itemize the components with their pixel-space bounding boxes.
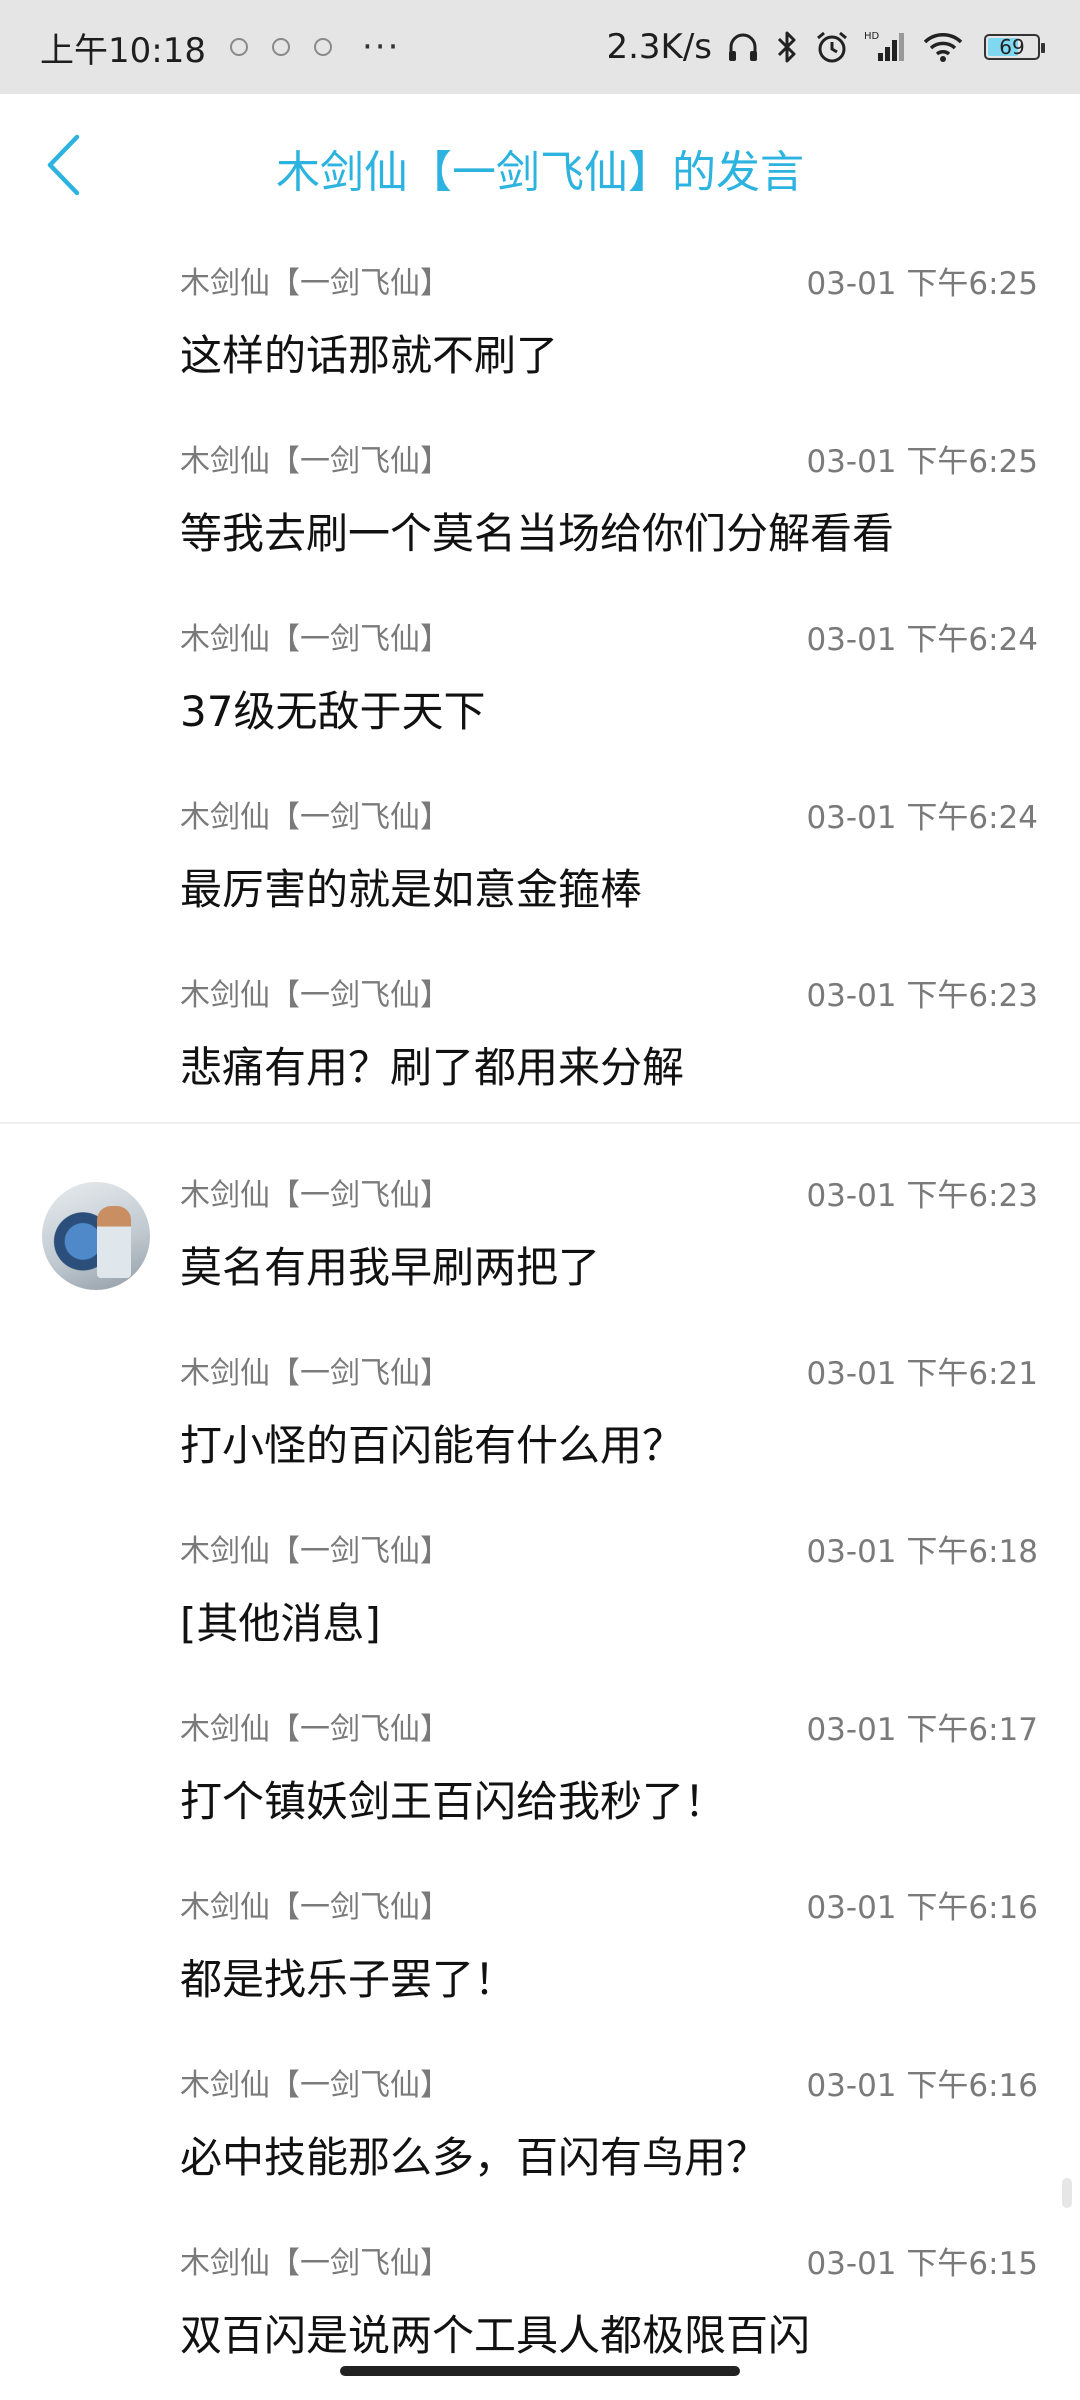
battery-level-text: 69 [999, 35, 1025, 59]
sender-name: 木剑仙【一剑飞仙】 [180, 1356, 450, 1391]
clock-circle-icon [313, 38, 332, 56]
message-item[interactable]: 木剑仙【一剑飞仙】 03-01 下午6:16 必中技能那么多，百闪有鸟用？ [0, 2036, 1080, 2214]
message-item[interactable]: 木剑仙【一剑飞仙】 03-01 下午6:23 莫名有用我早刷两把了 [0, 1146, 1080, 1324]
message-time: 03-01 下午6:24 [806, 800, 1038, 836]
group-divider [0, 1122, 1080, 1124]
message-time: 03-01 下午6:16 [806, 1890, 1038, 1926]
message-time: 03-01 下午6:17 [806, 1712, 1038, 1748]
sender-name: 木剑仙【一剑飞仙】 [180, 800, 450, 835]
message-text: 最厉害的就是如意金箍棒 [180, 865, 643, 914]
sender-name: 木剑仙【一剑飞仙】 [180, 978, 450, 1013]
message-text: 37级无敌于天下 [180, 687, 486, 736]
message-text: 莫名有用我早刷两把了 [180, 1243, 601, 1292]
notification-circle-icon [229, 38, 248, 56]
message-item[interactable]: 木剑仙【一剑飞仙】 03-01 下午6:24 最厉害的就是如意金箍棒 [0, 768, 1080, 946]
sender-name: 木剑仙【一剑飞仙】 [180, 1890, 450, 1925]
avatar[interactable] [42, 1182, 150, 1290]
message-item[interactable]: 木剑仙【一剑飞仙】 03-01 下午6:25 这样的话那就不刷了 [0, 234, 1080, 412]
hd-signal-icon: HD [864, 29, 908, 65]
sender-name: 木剑仙【一剑飞仙】 [180, 2068, 450, 2103]
message-item[interactable]: 木剑仙【一剑飞仙】 03-01 下午6:18 [其他消息] [0, 1502, 1080, 1680]
message-time: 03-01 下午6:16 [806, 2068, 1038, 2104]
sender-name: 木剑仙【一剑飞仙】 [180, 444, 450, 479]
sender-name: 木剑仙【一剑飞仙】 [180, 1178, 450, 1213]
message-item[interactable]: 木剑仙【一剑飞仙】 03-01 下午6:16 都是找乐子罢了！ [0, 1858, 1080, 2036]
message-time: 03-01 下午6:25 [806, 444, 1038, 480]
home-indicator[interactable] [340, 2366, 740, 2376]
svg-text:HD: HD [864, 31, 880, 42]
message-time: 03-01 下午6:23 [806, 1178, 1038, 1214]
status-bar: 上午10:18 ··· 2.3K/s HD 69 [0, 0, 1080, 94]
page-title: 木剑仙【一剑飞仙】的发言 [276, 147, 804, 198]
message-item[interactable]: 木剑仙【一剑飞仙】 03-01 下午6:25 等我去刷一个莫名当场给你们分解看看 [0, 412, 1080, 590]
wifi-icon [922, 30, 964, 64]
network-speed: 2.3K/s [606, 27, 712, 67]
status-bar-right: 2.3K/s HD 69 [606, 27, 1045, 67]
message-text: 打小怪的百闪能有什么用？ [180, 1421, 685, 1470]
message-text: 必中技能那么多，百闪有鸟用？ [180, 2133, 769, 2182]
registered-circle-icon [271, 38, 290, 56]
message-time: 03-01 下午6:18 [806, 1534, 1038, 1570]
sender-name: 木剑仙【一剑飞仙】 [180, 622, 450, 657]
message-item[interactable]: 木剑仙【一剑飞仙】 03-01 下午6:21 打小怪的百闪能有什么用？ [0, 1324, 1080, 1502]
message-item[interactable]: 木剑仙【一剑飞仙】 03-01 下午6:23 悲痛有用？刷了都用来分解 [0, 946, 1080, 1124]
message-text: [其他消息] [180, 1599, 381, 1648]
message-time: 03-01 下午6:23 [806, 978, 1038, 1014]
status-bar-left: 上午10:18 ··· [40, 23, 400, 72]
message-text: 悲痛有用？刷了都用来分解 [180, 1043, 685, 1092]
message-text: 这样的话那就不刷了 [180, 331, 559, 380]
status-time: 上午10:18 [40, 30, 206, 71]
avatar-figure [97, 1206, 131, 1278]
sender-name: 木剑仙【一剑飞仙】 [180, 266, 450, 301]
message-text: 双百闪是说两个工具人都极限百闪 [180, 2311, 811, 2360]
message-item[interactable]: 木剑仙【一剑飞仙】 03-01 下午6:24 37级无敌于天下 [0, 590, 1080, 768]
message-time: 03-01 下午6:24 [806, 622, 1038, 658]
alarm-icon [814, 29, 850, 65]
message-text: 打个镇妖剑王百闪给我秒了！ [180, 1777, 727, 1826]
message-text: 等我去刷一个莫名当场给你们分解看看 [180, 509, 895, 558]
sender-name: 木剑仙【一剑飞仙】 [180, 2246, 450, 2281]
message-text: 都是找乐子罢了！ [180, 1955, 517, 2004]
more-notifications-indicator: ··· [361, 27, 401, 67]
message-time: 03-01 下午6:15 [806, 2246, 1038, 2282]
sender-name: 木剑仙【一剑飞仙】 [180, 1712, 450, 1747]
headphones-icon [726, 30, 760, 64]
page-header: 木剑仙【一剑飞仙】的发言 [0, 94, 1080, 234]
scrollbar-thumb[interactable] [1062, 2178, 1072, 2208]
message-item[interactable]: 木剑仙【一剑飞仙】 03-01 下午6:17 打个镇妖剑王百闪给我秒了！ [0, 1680, 1080, 1858]
bluetooth-icon [774, 29, 800, 65]
battery-indicator: 69 [984, 34, 1045, 60]
message-time: 03-01 下午6:21 [806, 1356, 1038, 1392]
message-time: 03-01 下午6:25 [806, 266, 1038, 302]
sender-name: 木剑仙【一剑飞仙】 [180, 1534, 450, 1569]
